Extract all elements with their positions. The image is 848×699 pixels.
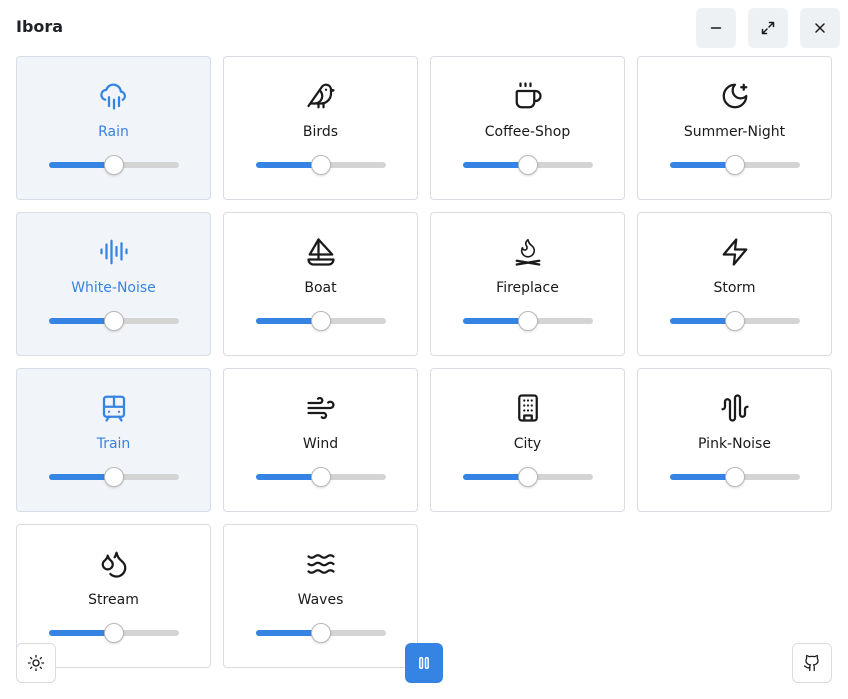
sun-icon <box>27 654 45 672</box>
slider-handle[interactable] <box>311 155 331 175</box>
volume-slider-stream[interactable] <box>49 623 179 643</box>
audio-wave-icon <box>99 237 129 267</box>
play-pause-button[interactable] <box>405 643 443 683</box>
volume-slider-wind[interactable] <box>256 467 386 487</box>
sound-label: Coffee-Shop <box>484 124 571 140</box>
slider-handle[interactable] <box>725 467 745 487</box>
sound-label: White-Noise <box>71 280 156 296</box>
close-button[interactable] <box>800 8 840 48</box>
close-icon <box>815 23 825 33</box>
pink-noise-wave-icon <box>720 393 750 423</box>
waves-icon <box>306 549 336 579</box>
sound-label: Stream <box>88 592 139 608</box>
sound-card-birds[interactable]: Birds <box>223 56 418 200</box>
volume-slider-white-noise[interactable] <box>49 311 179 331</box>
title-bar: Ibora <box>0 0 848 56</box>
minimize-button[interactable] <box>696 8 736 48</box>
volume-slider-storm[interactable] <box>670 311 800 331</box>
sound-card-white-noise[interactable]: White-Noise <box>16 212 211 356</box>
sound-label: Rain <box>98 124 129 140</box>
sound-card-wind[interactable]: Wind <box>223 368 418 512</box>
volume-slider-rain[interactable] <box>49 155 179 175</box>
sound-card-storm[interactable]: Storm <box>637 212 832 356</box>
sound-card-city[interactable]: City <box>430 368 625 512</box>
sound-card-rain[interactable]: Rain <box>16 56 211 200</box>
sound-card-waves[interactable]: Waves <box>223 524 418 668</box>
sound-card-coffee-shop[interactable]: Coffee-Shop <box>430 56 625 200</box>
sound-label: Train <box>96 436 131 452</box>
maximize-button[interactable] <box>748 8 788 48</box>
slider-handle[interactable] <box>104 467 124 487</box>
train-icon <box>99 393 129 423</box>
sound-label: Wind <box>302 436 339 452</box>
sailboat-icon <box>306 237 336 267</box>
sound-label: Birds <box>302 124 339 140</box>
slider-handle[interactable] <box>311 467 331 487</box>
slider-handle[interactable] <box>725 155 745 175</box>
slider-handle[interactable] <box>518 311 538 331</box>
slider-handle[interactable] <box>104 311 124 331</box>
volume-slider-train[interactable] <box>49 467 179 487</box>
droplets-icon <box>99 549 129 579</box>
app-title: Ibora <box>16 17 64 36</box>
slider-handle[interactable] <box>311 623 331 643</box>
slider-handle[interactable] <box>104 623 124 643</box>
volume-slider-fireplace[interactable] <box>463 311 593 331</box>
volume-slider-waves[interactable] <box>256 623 386 643</box>
sound-card-boat[interactable]: Boat <box>223 212 418 356</box>
slider-handle[interactable] <box>311 311 331 331</box>
slider-handle[interactable] <box>518 467 538 487</box>
sound-label: Boat <box>304 280 337 296</box>
volume-slider-boat[interactable] <box>256 311 386 331</box>
sound-label: Fireplace <box>496 280 559 296</box>
sound-card-summer-night[interactable]: Summer-Night <box>637 56 832 200</box>
volume-slider-summer-night[interactable] <box>670 155 800 175</box>
slider-handle[interactable] <box>518 155 538 175</box>
maximize-icon <box>761 21 775 35</box>
volume-slider-pink-noise[interactable] <box>670 467 800 487</box>
sound-label: Waves <box>297 592 344 608</box>
slider-handle[interactable] <box>104 155 124 175</box>
building-icon <box>513 393 543 423</box>
rain-icon <box>99 81 129 111</box>
sound-card-train[interactable]: Train <box>16 368 211 512</box>
slider-handle[interactable] <box>725 311 745 331</box>
moon-star-icon <box>720 81 750 111</box>
theme-toggle-button[interactable] <box>16 643 56 683</box>
wind-icon <box>306 393 336 423</box>
github-button[interactable] <box>792 643 832 683</box>
lightning-icon <box>720 237 750 267</box>
sound-label: City <box>513 436 542 452</box>
sound-card-pink-noise[interactable]: Pink-Noise <box>637 368 832 512</box>
sound-label: Pink-Noise <box>698 436 771 452</box>
pause-icon <box>419 657 429 669</box>
volume-slider-birds[interactable] <box>256 155 386 175</box>
minimize-icon <box>710 27 722 29</box>
volume-slider-coffee-shop[interactable] <box>463 155 593 175</box>
bird-icon <box>306 81 336 111</box>
volume-slider-city[interactable] <box>463 467 593 487</box>
sound-label: Storm <box>713 280 756 296</box>
coffee-cup-icon <box>513 81 543 111</box>
github-icon <box>803 654 819 672</box>
sound-card-fireplace[interactable]: Fireplace <box>430 212 625 356</box>
sound-label: Summer-Night <box>683 124 786 140</box>
campfire-icon <box>513 237 543 267</box>
